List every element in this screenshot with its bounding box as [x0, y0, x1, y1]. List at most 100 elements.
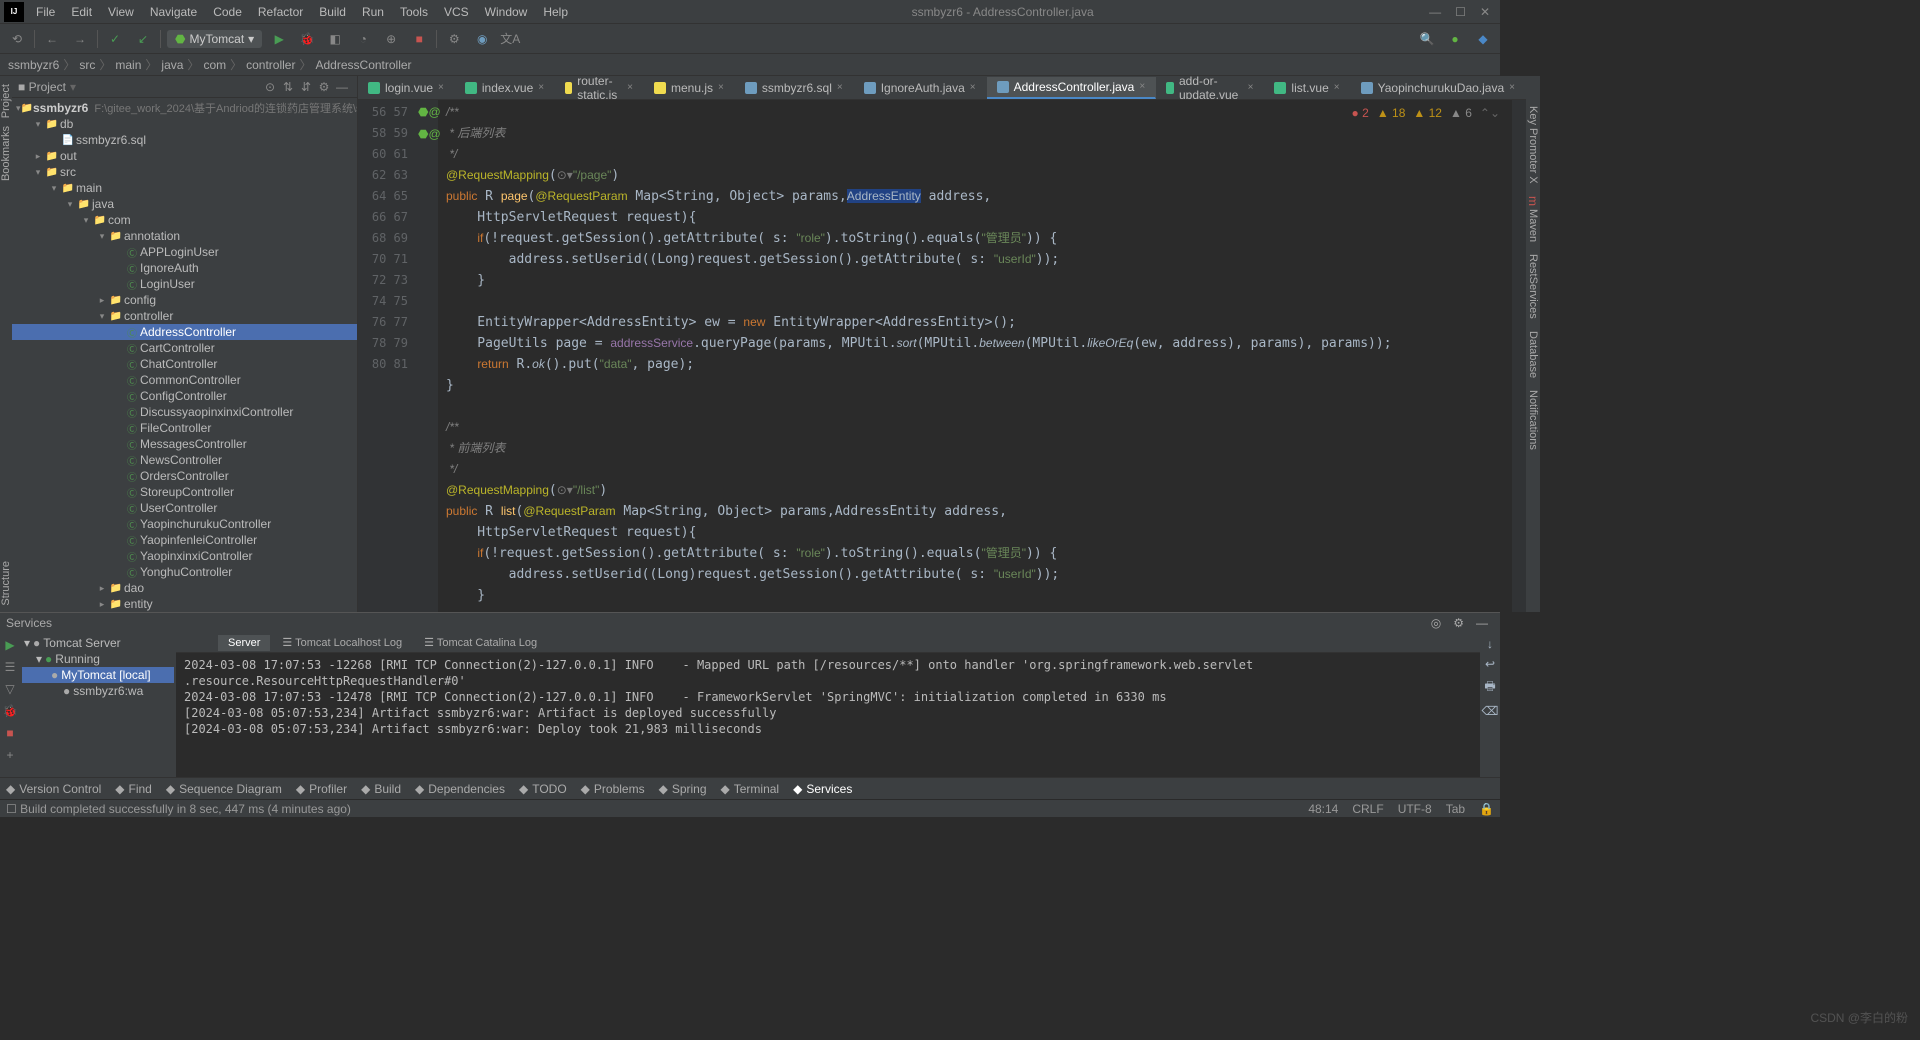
menu-navigate[interactable]: Navigate: [142, 2, 205, 22]
menu-view[interactable]: View: [100, 2, 142, 22]
tree-item[interactable]: ⒸIgnoreAuth: [12, 260, 357, 276]
service-node[interactable]: ▾●Running: [22, 651, 174, 667]
service-node[interactable]: ●MyTomcat [local]: [22, 667, 174, 683]
editor-tab[interactable]: IgnoreAuth.java×: [854, 78, 987, 98]
debug-services-icon[interactable]: 🐞: [2, 703, 18, 719]
menu-build[interactable]: Build: [311, 2, 354, 22]
filter-icon[interactable]: ▽: [2, 681, 18, 697]
tree-item[interactable]: ▸📁out: [12, 148, 357, 164]
lock-icon[interactable]: 🔒: [1479, 802, 1494, 816]
tree-item[interactable]: ▾📁main: [12, 180, 357, 196]
tool-todo[interactable]: ◆TODO: [519, 782, 567, 796]
breadcrumb-item[interactable]: main: [115, 58, 141, 72]
services-gear-icon[interactable]: ⚙: [1453, 616, 1464, 630]
ide-update-icon[interactable]: ◆: [1472, 28, 1494, 50]
tree-item[interactable]: ▾📁java: [12, 196, 357, 212]
tree-item[interactable]: ▾📁annotation: [12, 228, 357, 244]
menu-file[interactable]: File: [28, 2, 63, 22]
gear-icon[interactable]: ⚙: [315, 78, 333, 96]
menu-vcs[interactable]: VCS: [436, 2, 477, 22]
expand-all-icon[interactable]: ⇅: [279, 78, 297, 96]
services-tree[interactable]: ▾●Tomcat Server▾●Running●MyTomcat [local…: [20, 633, 176, 777]
service-tab[interactable]: Server: [218, 635, 270, 651]
tree-item[interactable]: ⒸMessagesController: [12, 436, 357, 452]
hide-icon[interactable]: —: [333, 78, 351, 96]
select-opened-icon[interactable]: ⊙: [261, 78, 279, 96]
notifications-button[interactable]: Notifications: [1527, 390, 1539, 450]
run-configuration[interactable]: ⬣ MyTomcat ▾: [167, 30, 262, 48]
editor-tab[interactable]: ssmbyzr6.sql×: [735, 78, 854, 98]
tree-item[interactable]: ⒸFileController: [12, 420, 357, 436]
stop-icon[interactable]: ■: [408, 28, 430, 50]
tool-terminal[interactable]: ◆Terminal: [721, 782, 780, 796]
code-editor[interactable]: /** * 后端列表 */ @RequestMapping(⊙▾"/page")…: [438, 100, 1512, 612]
line-separator[interactable]: CRLF: [1352, 802, 1383, 816]
service-node[interactable]: ●ssmbyzr6:wa: [22, 683, 174, 699]
tree-item[interactable]: ⒸDiscussyaopinxinxiController: [12, 404, 357, 420]
project-tree[interactable]: ▾📁ssmbyzr6F:\gitee_work_2024\基于Andriod的连…: [12, 98, 357, 612]
tree-item[interactable]: ⒸChatController: [12, 356, 357, 372]
tree-item[interactable]: ▸📁dao: [12, 580, 357, 596]
structure-icon[interactable]: ◉: [471, 28, 493, 50]
stop-services-icon[interactable]: ■: [2, 725, 18, 741]
collapse-all-icon[interactable]: ⇵: [297, 78, 315, 96]
tree-item[interactable]: ⒸUserController: [12, 500, 357, 516]
maven-button[interactable]: m Maven: [1526, 196, 1540, 242]
editor-tab[interactable]: menu.js×: [644, 78, 735, 98]
tree-item[interactable]: ▾📁controller: [12, 308, 357, 324]
close-icon[interactable]: ✕: [1480, 5, 1490, 19]
tree-item[interactable]: ⒸNewsController: [12, 452, 357, 468]
breadcrumb-item[interactable]: AddressController: [316, 58, 412, 72]
tool-sequence-diagram[interactable]: ◆Sequence Diagram: [166, 782, 282, 796]
console-output[interactable]: 2024-03-08 17:07:53 -12268 [RMI TCP Conn…: [176, 653, 1480, 777]
soft-wrap-icon[interactable]: ↩: [1485, 657, 1495, 671]
service-node[interactable]: ▾●Tomcat Server: [22, 635, 174, 651]
structure-tool-button[interactable]: Structure: [0, 561, 12, 606]
tool-find[interactable]: ◆Find: [115, 782, 152, 796]
sync-icon[interactable]: ⟲: [6, 28, 28, 50]
services-settings-icon[interactable]: ◎: [1431, 616, 1441, 630]
tree-item[interactable]: ⒸStoreupController: [12, 484, 357, 500]
tool-spring[interactable]: ◆Spring: [659, 782, 707, 796]
tree-item[interactable]: ⒸConfigController: [12, 388, 357, 404]
project-tool-button[interactable]: Project: [0, 84, 12, 118]
tree-item[interactable]: ⒸAPPLoginUser: [12, 244, 357, 260]
editor-tab[interactable]: AddressController.java×: [987, 77, 1157, 99]
database-button[interactable]: Database: [1527, 331, 1539, 378]
editor-tab[interactable]: index.vue×: [455, 78, 555, 98]
profiler-icon[interactable]: ◔: [352, 28, 374, 50]
tree-item[interactable]: ⒸLoginUser: [12, 276, 357, 292]
maximize-icon[interactable]: ☐: [1455, 5, 1466, 19]
inspection-widget[interactable]: ● 2 ▲ 18 ▲ 12 ▲ 6 ⌃⌄: [1348, 104, 1504, 122]
debug-icon[interactable]: 🐞: [296, 28, 318, 50]
tree-item[interactable]: ⒸYaopinxinxiController: [12, 548, 357, 564]
tree-item[interactable]: ⒸYaopinfenleiController: [12, 532, 357, 548]
breadcrumb-item[interactable]: java: [161, 58, 183, 72]
menu-window[interactable]: Window: [477, 2, 536, 22]
print-icon[interactable]: 🖶: [1484, 677, 1495, 698]
menu-tools[interactable]: Tools: [392, 2, 436, 22]
tool-build[interactable]: ◆Build: [361, 782, 401, 796]
tool-dependencies[interactable]: ◆Dependencies: [415, 782, 505, 796]
tool-profiler[interactable]: ◆Profiler: [296, 782, 347, 796]
translate-icon[interactable]: 文A: [499, 28, 521, 50]
breadcrumb-item[interactable]: com: [203, 58, 226, 72]
service-tab[interactable]: ☰ Tomcat Catalina Log: [414, 634, 547, 651]
tree-item[interactable]: ▾📁db: [12, 116, 357, 132]
editor-tab[interactable]: router-static.js×: [555, 76, 644, 100]
menu-help[interactable]: Help: [535, 2, 576, 22]
file-encoding[interactable]: UTF-8: [1398, 802, 1432, 816]
tree-item[interactable]: ▾📁src: [12, 164, 357, 180]
chevron-down-icon[interactable]: ▾: [70, 80, 76, 94]
service-tab[interactable]: ☰ Tomcat Localhost Log: [272, 634, 412, 651]
tree-item[interactable]: 📄ssmbyzr6.sql: [12, 132, 357, 148]
tree-item[interactable]: ⒸCommonController: [12, 372, 357, 388]
tree-item[interactable]: ⒸOrdersController: [12, 468, 357, 484]
key-promoter-button[interactable]: Key Promoter X: [1527, 106, 1539, 184]
run-icon[interactable]: ▶: [268, 28, 290, 50]
menu-edit[interactable]: Edit: [63, 2, 100, 22]
tree-item[interactable]: ⒸAddressController: [12, 324, 357, 340]
menu-code[interactable]: Code: [205, 2, 250, 22]
tree-item[interactable]: ⒸYonghuController: [12, 564, 357, 580]
tree-item[interactable]: ⒸYaopinchurukuController: [12, 516, 357, 532]
